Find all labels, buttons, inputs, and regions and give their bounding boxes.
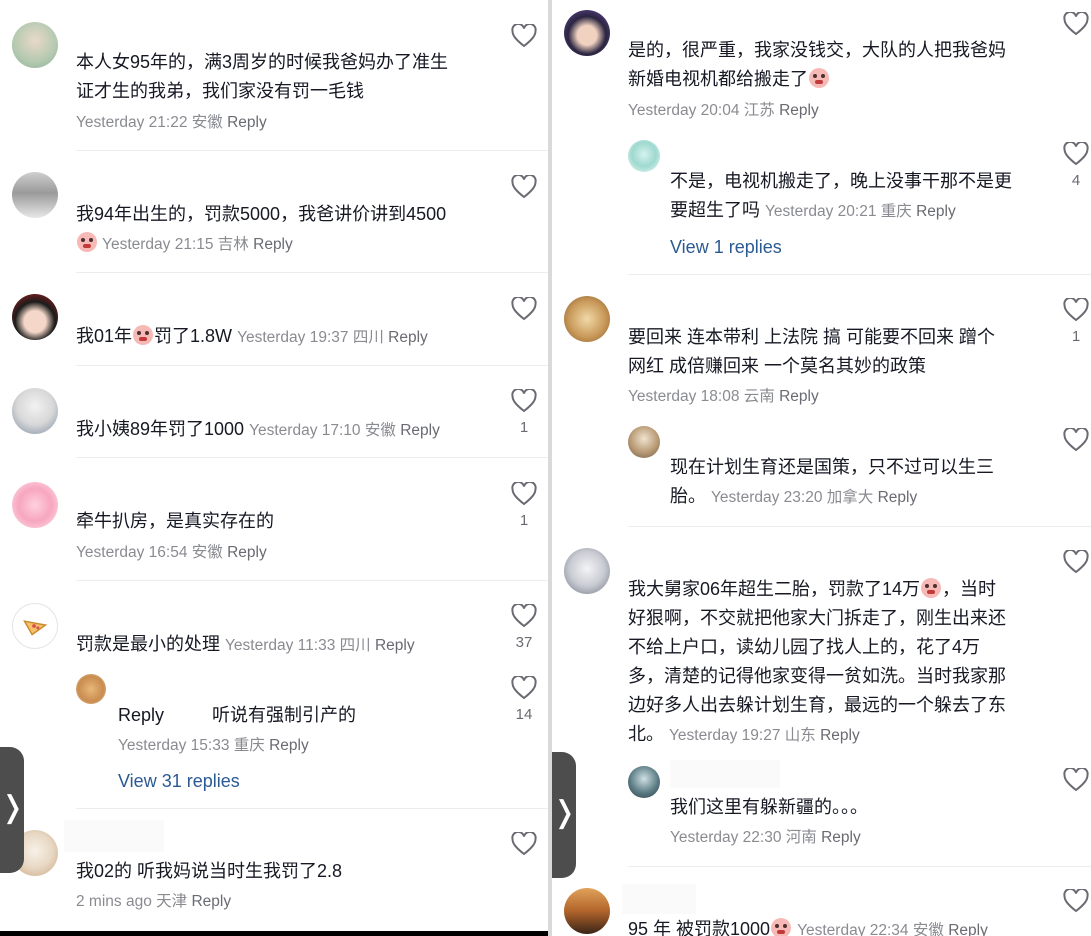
avatar[interactable] xyxy=(12,172,58,218)
comment-meta: Yesterday 21:15 吉林 Reply xyxy=(76,230,293,259)
crying-emoji-icon xyxy=(809,68,829,88)
divider xyxy=(76,365,548,366)
divider xyxy=(628,866,1091,867)
avatar[interactable] xyxy=(564,10,610,56)
reply-text: 我们这里有躲新疆的。。。 xyxy=(670,797,868,817)
divider xyxy=(76,808,548,809)
heart-icon[interactable] xyxy=(1063,889,1089,913)
avatar[interactable] xyxy=(12,294,58,340)
like-count: 1 xyxy=(519,419,529,436)
reply-button[interactable]: Reply xyxy=(916,203,956,220)
heart-icon[interactable] xyxy=(1063,298,1089,322)
comment-meta: Yesterday 21:22 安徽 Reply xyxy=(76,114,267,131)
heart-icon[interactable] xyxy=(1063,768,1089,792)
reply-button[interactable]: Reply xyxy=(269,737,309,754)
reply-button[interactable]: Reply xyxy=(227,544,267,561)
avatar[interactable] xyxy=(76,674,106,704)
divider xyxy=(76,580,548,581)
like-count: 14 xyxy=(515,706,533,723)
heart-icon[interactable] xyxy=(1063,428,1089,452)
comment-text: 我01年 罚了1.8W Yesterday 19:37 四川 Reply xyxy=(76,325,428,346)
avatar[interactable] xyxy=(12,388,58,434)
avatar[interactable] xyxy=(12,482,58,528)
left-comments-panel: 本人女95年的，满3周岁的时候我爸妈办了准生 证才生的我弟，我们家没有罚一毛钱 … xyxy=(0,0,548,936)
like-count: 37 xyxy=(515,634,533,651)
right-comments-panel: 是的，很严重，我家没钱交，大队的人把我爸妈 新婚电视机都给搬走了 Yesterd… xyxy=(552,0,1091,936)
heart-icon[interactable] xyxy=(511,175,537,199)
avatar[interactable] xyxy=(12,22,58,68)
crying-emoji-icon xyxy=(77,232,97,252)
heart-icon[interactable] xyxy=(511,604,537,628)
heart-icon[interactable] xyxy=(1063,550,1089,574)
divider xyxy=(76,457,548,458)
comment-text: 本人女95年的，满3周岁的时候我爸妈办了准生 证才生的我弟，我们家没有罚一毛钱 xyxy=(76,52,449,101)
reply-button[interactable]: Reply xyxy=(878,489,918,506)
divider xyxy=(76,272,548,273)
expand-tab[interactable]: ❭ xyxy=(552,752,577,878)
view-replies-link[interactable]: View 31 replies xyxy=(118,771,240,792)
divider xyxy=(76,150,548,151)
avatar[interactable] xyxy=(628,426,660,458)
username-placeholder xyxy=(670,760,780,788)
reply-button[interactable]: Reply xyxy=(375,637,415,654)
reply-button[interactable]: Reply xyxy=(191,893,231,910)
comment-text: 我94年出生的，罚款5000，我爸讲价讲到4500 xyxy=(76,204,447,224)
comment-meta: Yesterday 15:33 重庆 Reply xyxy=(118,737,309,754)
like-count: 4 xyxy=(1071,172,1081,189)
reply-label: Reply xyxy=(118,705,165,725)
reply-button[interactable]: Reply xyxy=(779,388,819,405)
crying-emoji-icon xyxy=(133,325,154,345)
reply-button[interactable]: Reply xyxy=(400,422,440,439)
reply-button[interactable]: Reply xyxy=(388,329,428,346)
avatar[interactable] xyxy=(564,296,610,342)
heart-icon[interactable] xyxy=(511,482,537,506)
heart-icon[interactable] xyxy=(511,676,537,700)
like-count: 1 xyxy=(1071,328,1081,345)
comment-text: 是的，很严重，我家没钱交，大队的人把我爸妈 新婚电视机都给搬走了 xyxy=(628,40,1006,89)
divider xyxy=(628,526,1091,527)
comment-text: 95 年 被罚款1000 Yesterday 22:34 安徽 Reply xyxy=(628,915,988,936)
comment-meta: Yesterday 16:54 安徽 Reply xyxy=(76,544,267,561)
reply-button[interactable]: Reply xyxy=(227,114,267,131)
avatar[interactable] xyxy=(628,140,660,172)
reply-button[interactable]: Reply xyxy=(948,922,988,936)
reply-button[interactable]: Reply xyxy=(779,102,819,119)
divider xyxy=(628,274,1091,275)
heart-icon[interactable] xyxy=(511,297,537,321)
comment-meta: 2 mins ago 天津 Reply xyxy=(76,893,232,910)
reply-text: 不是，电视机搬走了，晚上没事干那不是更 要超生了吗 Yesterday 20:2… xyxy=(670,171,1012,220)
comment-text: 我大舅家06年超生二胎，罚款了14万 ，当时 好狠啊，不交就把他家大门拆走了，刚生… xyxy=(628,578,1006,744)
comment-meta: Yesterday 20:04 江苏 Reply xyxy=(628,102,819,119)
comment-text: 要回来 连本带利 上法院 搞 可能要不回来 蹭个 网红 成倍赚回来 一个莫名其妙… xyxy=(628,327,996,376)
comment-meta: Yesterday 22:30 河南 Reply xyxy=(670,829,861,846)
reply-button[interactable]: Reply xyxy=(820,727,860,744)
expand-tab[interactable]: ❭ xyxy=(0,747,25,873)
reply-text: 现在计划生育还是国策，只不过可以生三 胎。 Yesterday 23:20 加拿… xyxy=(670,457,994,506)
username-placeholder xyxy=(622,884,696,914)
reply-text: Reply 听说有强制引产的 xyxy=(118,705,357,725)
avatar[interactable] xyxy=(628,766,660,798)
avatar[interactable] xyxy=(12,603,58,649)
crying-emoji-icon xyxy=(921,578,942,598)
username-placeholder xyxy=(64,820,164,852)
view-replies-link[interactable]: View 1 replies xyxy=(670,237,782,258)
heart-icon[interactable] xyxy=(1063,142,1089,166)
bottom-bar xyxy=(0,931,548,936)
comment-text: 我02的 听我妈说当时生我罚了2.8 xyxy=(76,861,343,881)
comment-text: 罚款是最小的处理 Yesterday 11:33 四川 Reply xyxy=(76,634,415,654)
like-count: 1 xyxy=(519,512,529,529)
crying-emoji-icon xyxy=(771,918,792,936)
heart-icon[interactable] xyxy=(1063,12,1089,36)
heart-icon[interactable] xyxy=(511,389,537,413)
heart-icon[interactable] xyxy=(511,832,537,856)
reply-button[interactable]: Reply xyxy=(821,829,861,846)
comment-text: 牵牛扒房，是真实存在的 xyxy=(76,511,274,531)
avatar[interactable] xyxy=(564,548,610,594)
comment-text: 我小姨89年罚了1000 Yesterday 17:10 安徽 Reply xyxy=(76,419,440,439)
avatar[interactable] xyxy=(564,888,610,934)
comment-meta: Yesterday 18:08 云南 Reply xyxy=(628,388,819,405)
heart-icon[interactable] xyxy=(511,24,537,48)
reply-button[interactable]: Reply xyxy=(253,236,293,253)
pizza-icon xyxy=(23,620,48,636)
